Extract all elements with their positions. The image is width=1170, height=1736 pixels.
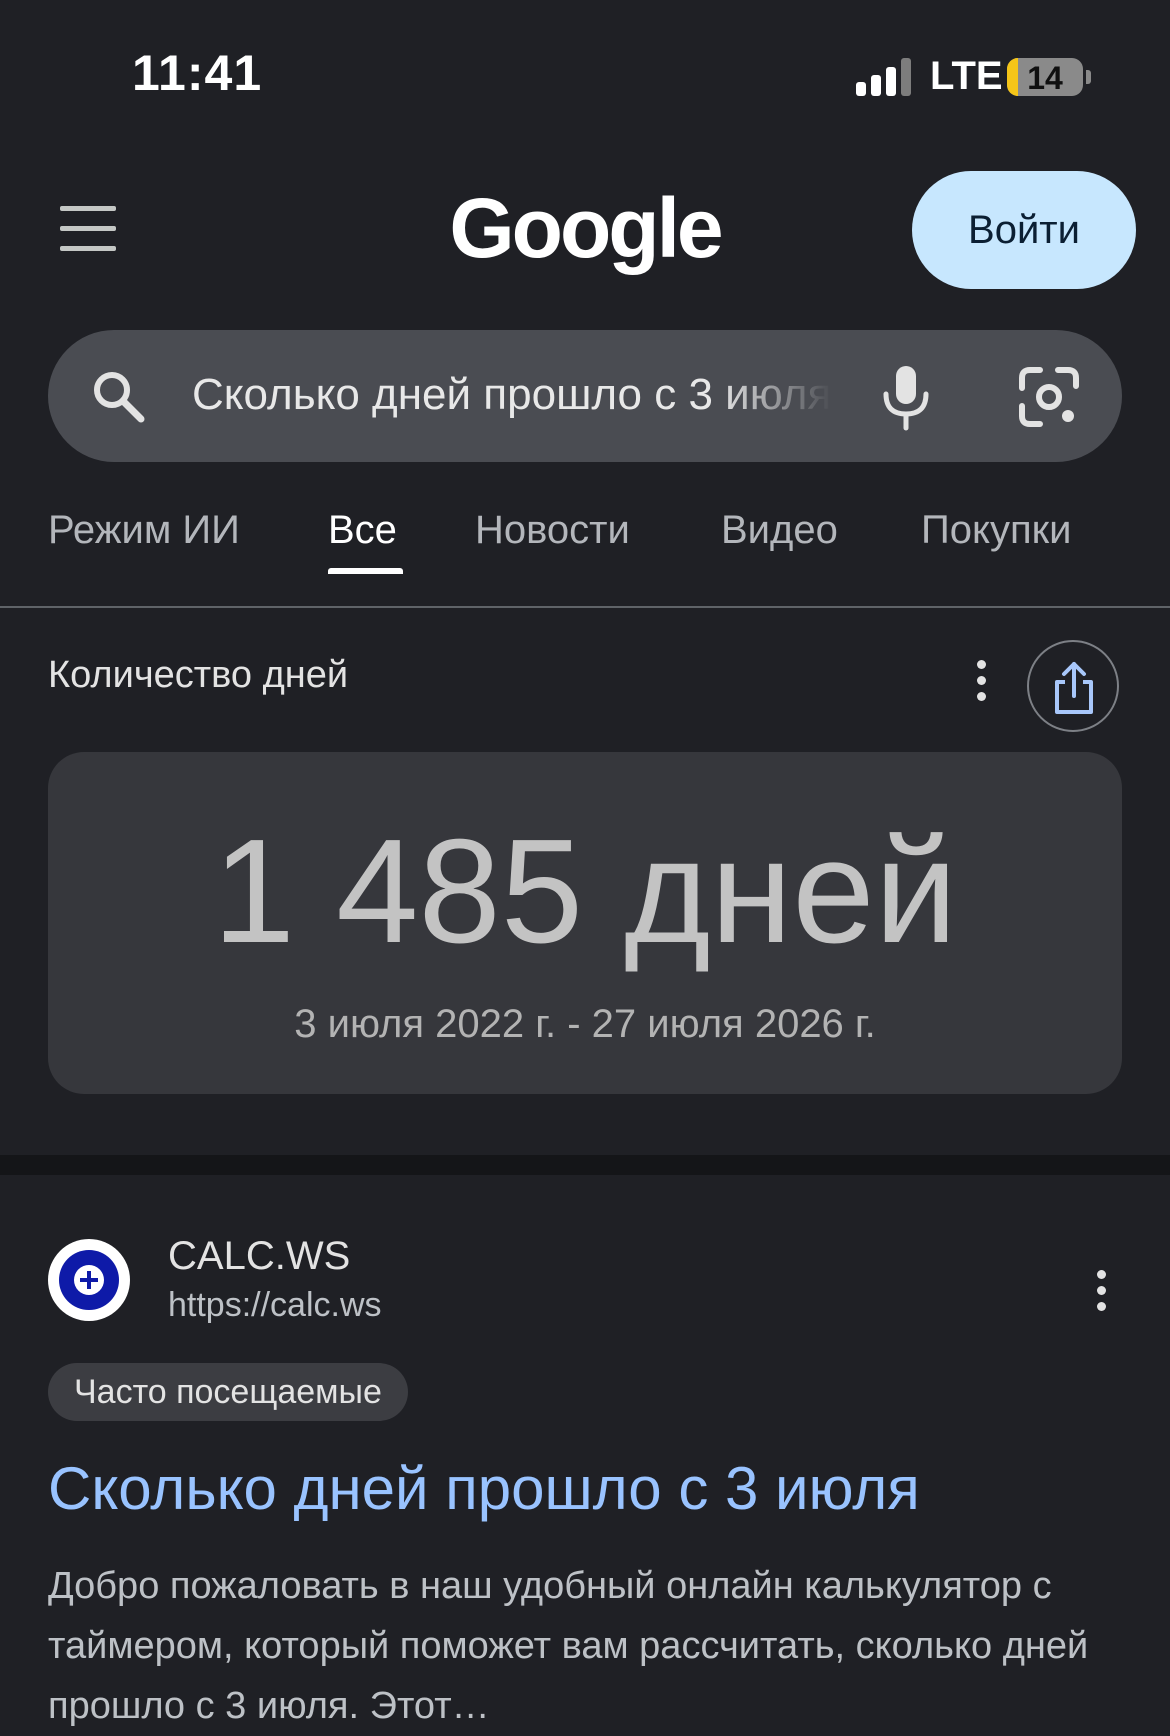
status-time: 11:41 (132, 45, 263, 101)
share-button[interactable] (1027, 640, 1119, 732)
microphone-icon[interactable] (880, 362, 932, 434)
day-count-result-box: 1 485 дней 3 июля 2022 г. - 27 июля 2026… (48, 752, 1122, 1094)
plus-icon (74, 1265, 104, 1295)
tab-news[interactable]: Новости (475, 508, 630, 553)
result-site-url[interactable]: https://calc.ws (168, 1286, 382, 1325)
signal-strength-icon (856, 58, 914, 96)
battery-tip (1086, 70, 1091, 84)
tab-ai-mode[interactable]: Режим ИИ (48, 508, 240, 553)
tab-videos[interactable]: Видео (721, 508, 838, 553)
frequently-visited-badge: Часто посещаемые (48, 1363, 408, 1421)
share-icon (1055, 662, 1093, 714)
tab-all[interactable]: Все (328, 508, 397, 553)
date-range: 3 июля 2022 г. - 27 июля 2026 г. (294, 1002, 876, 1046)
battery-icon: 14 (1007, 58, 1083, 96)
hamburger-menu-icon[interactable] (60, 206, 118, 254)
sign-in-button[interactable]: Войти (912, 171, 1136, 289)
card-title: Количество дней (48, 654, 349, 696)
site-favicon[interactable] (48, 1239, 130, 1321)
network-type: LTE (930, 54, 1003, 98)
result-snippet: Добро пожаловать в наш удобный онлайн ка… (48, 1565, 1089, 1727)
result-title-link[interactable]: Сколько дней прошло с 3 июля (48, 1454, 920, 1523)
section-separator (0, 1155, 1170, 1175)
tab-shopping[interactable]: Покупки (921, 508, 1071, 553)
camera-lens-icon[interactable] (1018, 366, 1080, 428)
result-site-name[interactable]: CALC.WS (168, 1234, 350, 1279)
more-options-icon[interactable] (975, 656, 987, 706)
search-icon[interactable] (90, 368, 146, 424)
tabs-divider (0, 606, 1170, 608)
calc-logo-icon (59, 1250, 119, 1310)
search-tabs: Режим ИИ Все Новости Видео Покупки (0, 498, 1170, 608)
google-logo: Google (449, 181, 723, 275)
search-input[interactable] (192, 360, 832, 430)
day-count-value: 1 485 дней (212, 809, 958, 974)
result-more-options-icon[interactable] (1095, 1268, 1107, 1318)
status-bar: 11:41 LTE 14 (0, 0, 1170, 150)
battery-percentage: 14 (1027, 60, 1063, 96)
active-tab-indicator (328, 568, 403, 574)
